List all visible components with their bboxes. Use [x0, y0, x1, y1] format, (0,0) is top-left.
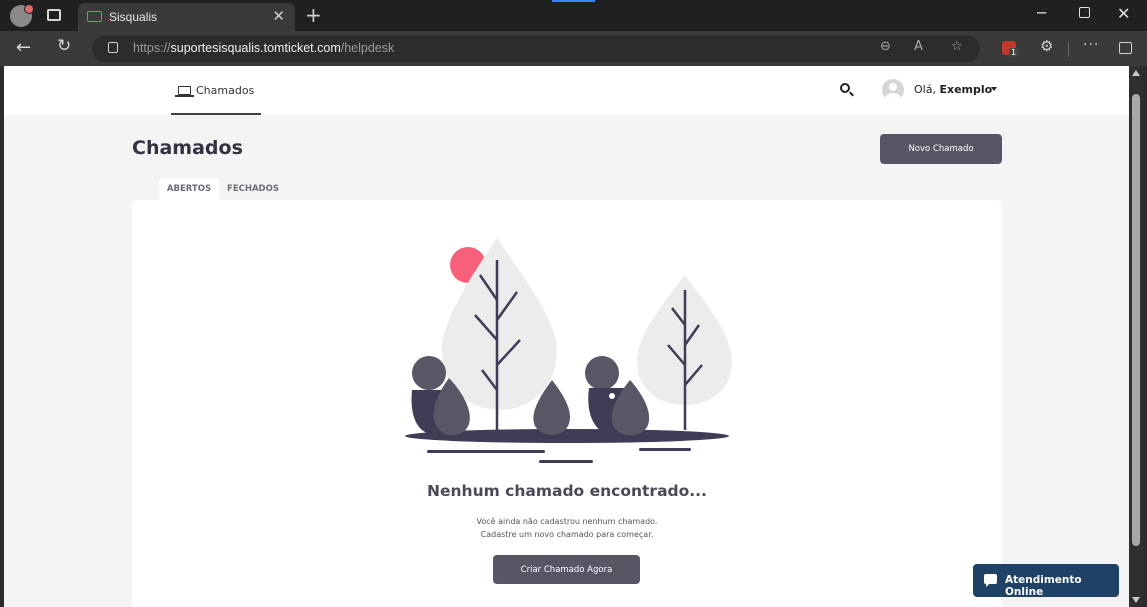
- lock-icon[interactable]: [108, 42, 118, 53]
- url-text[interactable]: https://suportesisqualis.tomticket.com/h…: [133, 41, 394, 55]
- extension-badge-count: 1: [1009, 48, 1019, 57]
- empty-state-title: Nenhum chamado encontrado...: [427, 482, 707, 500]
- page-scrollbar[interactable]: [1129, 66, 1143, 607]
- sidebar-toggle-icon[interactable]: [1119, 42, 1132, 54]
- scroll-down-icon[interactable]: [1132, 597, 1140, 603]
- minimize-icon[interactable]: ─: [1037, 4, 1046, 22]
- user-menu[interactable]: Olá, Exemplo: [914, 83, 992, 96]
- tab-abertos[interactable]: ABERTOS: [159, 178, 219, 200]
- address-bar[interactable]: https://suportesisqualis.tomticket.com/h…: [92, 35, 980, 62]
- reload-icon[interactable]: ↻: [57, 36, 71, 56]
- online-support-label: Atendimento Online: [1005, 574, 1082, 598]
- person-right-eye: [609, 393, 615, 399]
- close-tab-icon[interactable]: ✕: [272, 7, 285, 25]
- read-aloud-icon[interactable]: A: [914, 39, 923, 54]
- browser-toolbar: ← ↻ https://suportesisqualis.tomticket.c…: [0, 31, 1147, 66]
- favorite-star-icon[interactable]: ☆: [951, 39, 963, 54]
- scroll-up-icon[interactable]: [1132, 70, 1140, 76]
- browser-tab-strip: Sisqualis ✕ + ─ ✕: [0, 0, 1147, 31]
- site-header: Chamados Olá, Exemplo: [4, 66, 1129, 115]
- person-left-head: [412, 356, 446, 390]
- toolbar-divider: [1068, 41, 1069, 57]
- online-support-button[interactable]: Atendimento Online: [973, 564, 1119, 598]
- chevron-down-icon[interactable]: [991, 87, 997, 91]
- browser-tab[interactable]: Sisqualis ✕: [78, 3, 295, 31]
- create-ticket-button[interactable]: Criar Chamado Agora: [493, 555, 640, 584]
- empty-trees-illustration: [405, 238, 732, 463]
- new-ticket-button[interactable]: Novo Chamado: [880, 134, 1002, 164]
- chat-favicon-icon: [87, 11, 102, 22]
- ground-line-3: [539, 460, 593, 463]
- tab-actions-icon[interactable]: [47, 9, 61, 21]
- profile-avatar-icon[interactable]: [10, 4, 34, 27]
- new-tab-icon[interactable]: +: [305, 3, 322, 27]
- back-icon[interactable]: ←: [16, 37, 31, 58]
- restore-icon[interactable]: [1079, 7, 1090, 18]
- chat-bubble-icon: [984, 574, 997, 587]
- more-menu-icon[interactable]: ···: [1083, 37, 1099, 53]
- zoom-icon[interactable]: ⊖: [880, 39, 891, 54]
- empty-state-text-2: Cadastre um novo chamado para começar.: [480, 530, 654, 539]
- close-window-icon[interactable]: ✕: [1117, 4, 1130, 23]
- nav-tab-label: Chamados: [196, 84, 255, 97]
- tab-fechados[interactable]: FECHADOS: [222, 178, 284, 200]
- scroll-thumb[interactable]: [1132, 94, 1140, 546]
- page-title: Chamados: [132, 137, 243, 159]
- ground-line-2: [639, 448, 691, 451]
- tab-accent-bar: [552, 0, 595, 2]
- tab-title: Sisqualis: [109, 10, 158, 24]
- page-viewport: Chamados Olá, Exemplo Chamados Novo Cham…: [4, 66, 1129, 607]
- laptop-icon: [175, 86, 194, 97]
- user-avatar[interactable]: [882, 79, 904, 101]
- person-right-head: [585, 356, 619, 390]
- empty-state-text-1: Você ainda não cadastrou nenhum chamado.: [476, 517, 658, 526]
- extensions-puzzle-icon[interactable]: ⚙: [1040, 37, 1053, 55]
- tickets-card: Nenhum chamado encontrado... Você ainda …: [132, 200, 1002, 607]
- search-icon[interactable]: [840, 83, 850, 93]
- nav-tab-chamados[interactable]: Chamados: [171, 66, 261, 115]
- ground-line-1: [427, 450, 545, 453]
